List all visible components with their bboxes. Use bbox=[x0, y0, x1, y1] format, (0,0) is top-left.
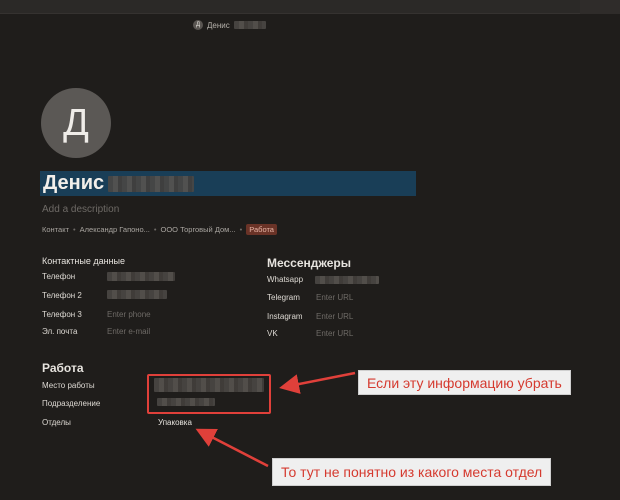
arrow-to-box bbox=[279, 371, 356, 394]
annotation-callout-2: То тут не понятно из какого места отдел bbox=[272, 458, 552, 486]
arrow-to-departments bbox=[195, 428, 269, 468]
annotation-callout-1: Если эту информацию убрать bbox=[358, 370, 571, 395]
annotation-arrows bbox=[195, 371, 356, 468]
